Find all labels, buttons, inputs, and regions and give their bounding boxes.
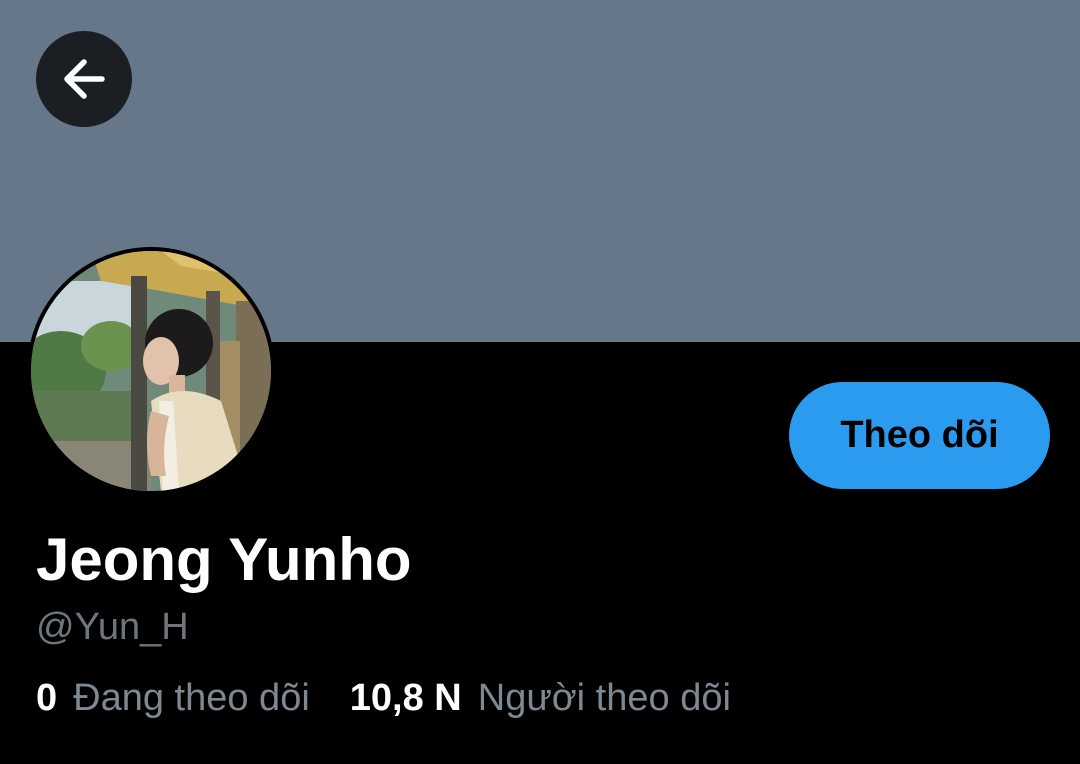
followers-count: 10,8 N — [349, 677, 462, 719]
user-handle: @Yun_H — [36, 606, 189, 648]
follow-button[interactable]: Theo dõi — [789, 382, 1050, 489]
followers-label: Người theo dõi — [477, 677, 731, 719]
arrow-left-icon — [64, 59, 105, 99]
profile-stats: 0 Đang theo dõi 10,8 N Người theo dõi — [36, 676, 731, 720]
avatar[interactable] — [31, 251, 271, 491]
back-button[interactable] — [36, 31, 132, 127]
following-stat[interactable]: 0 Đang theo dõi — [36, 676, 310, 720]
display-name: Jeong Yunho — [36, 526, 412, 593]
following-count: 0 — [36, 677, 58, 719]
followers-stat[interactable]: 10,8 N Người theo dõi — [350, 676, 731, 720]
following-label: Đang theo dõi — [73, 677, 310, 719]
profile-screen: Theo dõi Jeong Yunho @Yun_H 0 Đang theo … — [0, 0, 1080, 764]
